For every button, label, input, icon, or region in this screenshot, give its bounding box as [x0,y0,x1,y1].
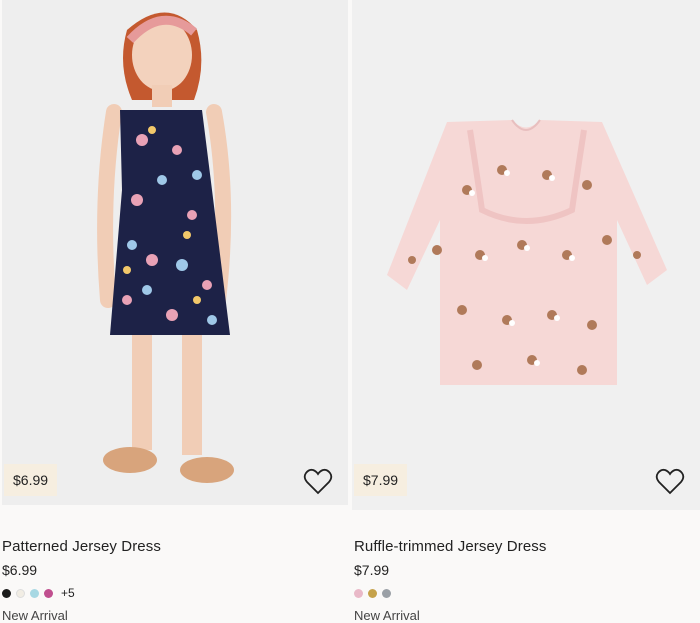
product-price: $6.99 [2,562,38,578]
color-swatch-mustard[interactable] [368,588,377,598]
pink-bunny-dress-image [352,0,700,510]
product-name-link[interactable]: Ruffle-trimmed Jersey Dress [354,538,546,555]
heart-outline-icon[interactable] [302,467,334,497]
color-swatch-pink[interactable] [354,588,363,598]
price-badge: $7.99 [354,464,408,496]
girl-in-butterfly-dress-image [2,0,348,505]
color-swatches: +5 [2,586,75,600]
product-image[interactable] [2,0,348,505]
product-card-patterned-jersey-dress[interactable]: $6.99 Patterned Jersey Dress $6.99 +5 Ne… [0,0,348,623]
heart-outline-icon[interactable] [654,467,686,497]
color-swatch-cream[interactable] [16,588,25,598]
color-swatch-gray[interactable] [382,588,391,598]
color-swatches [354,586,391,600]
product-image[interactable] [352,0,700,510]
product-card-ruffle-trimmed-jersey-dress[interactable]: $7.99 Ruffle-trimmed Jersey Dress $7.99 … [352,0,700,623]
product-price: $7.99 [354,562,390,578]
product-name-link[interactable]: Patterned Jersey Dress [2,538,161,555]
price-badge: $6.99 [4,464,58,496]
more-colors-count[interactable]: +5 [61,586,75,600]
color-swatch-black[interactable] [2,588,11,598]
new-arrival-label: New Arrival [2,608,68,623]
new-arrival-label: New Arrival [354,608,420,623]
color-swatch-light-blue[interactable] [30,588,39,598]
color-swatch-magenta[interactable] [44,588,53,598]
